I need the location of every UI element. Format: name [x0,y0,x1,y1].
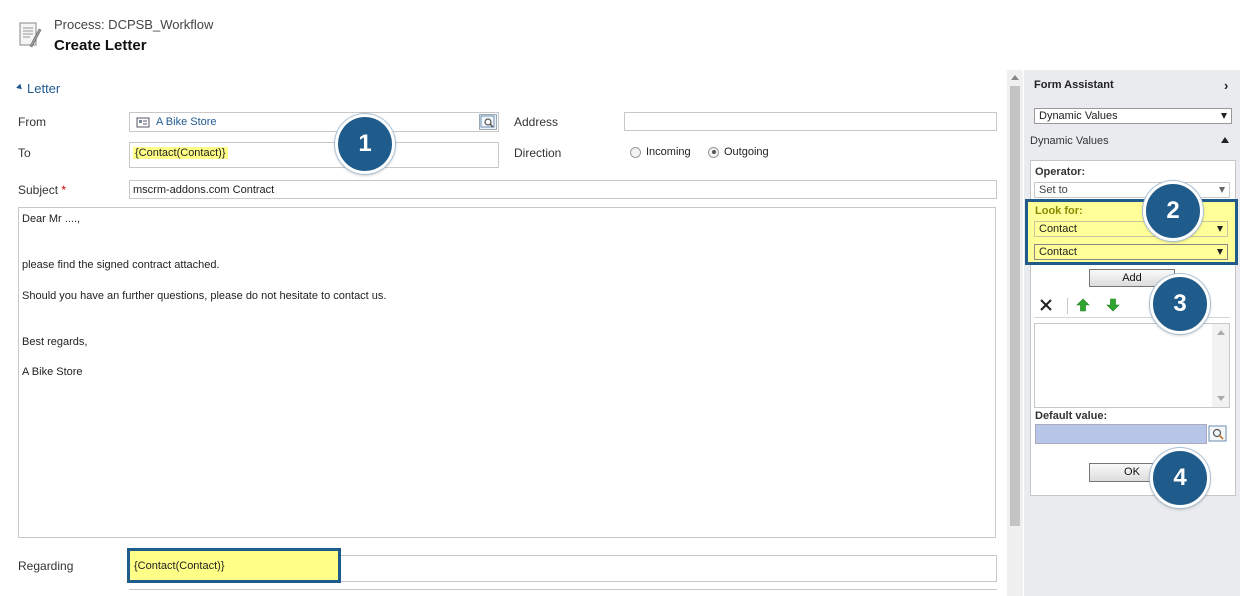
to-field[interactable]: {Contact(Contact)} [129,142,499,168]
look-for-label: Look for: [1035,205,1083,217]
form-assistant-title: Form Assistant [1034,79,1114,91]
from-label: From [18,115,46,129]
process-label: Process: DCPSB_Workflow [54,17,214,32]
direction-outgoing-label: Outgoing [724,146,769,158]
collapse-up-icon[interactable] [1221,137,1229,143]
page-title: Create Letter [54,37,147,54]
section-label: Letter [27,81,61,96]
move-up-arrow-icon[interactable] [1076,298,1090,315]
default-value-input[interactable] [1035,424,1207,444]
operator-label: Operator: [1035,166,1086,178]
section-toggle-letter[interactable]: Letter [16,81,61,96]
subject-label: Subject * [18,183,67,197]
required-mark: * [61,183,67,197]
address-field[interactable] [624,112,997,131]
direction-outgoing-option[interactable]: Outgoing [708,146,769,158]
scroll-up-arrow-icon[interactable] [1011,75,1019,80]
from-value-link[interactable]: A Bike Store [156,116,217,128]
operator-select[interactable]: Set to [1034,182,1230,198]
body-line: Should you have an further questions, pl… [22,290,387,302]
toolbar-divider [1067,298,1068,314]
regarding-label: Regarding [18,559,74,573]
body-line: Dear Mr ...., [22,213,81,225]
dropdown-arrow-icon [1219,187,1225,193]
callout-badge-2: 2 [1143,181,1203,241]
delete-x-icon[interactable] [1038,297,1054,316]
direction-label: Direction [514,146,562,160]
divider [129,589,997,590]
look-for-field-select[interactable]: Contact [1034,244,1228,260]
to-label: To [18,146,31,160]
body-line: Best regards, [22,336,88,348]
dynamic-values-subheader: Dynamic Values [1030,135,1109,147]
lookup-icon[interactable] [1208,425,1228,446]
body-line: please find the signed contract attached… [22,259,220,271]
radio-incoming[interactable] [630,146,641,158]
default-value-label: Default value: [1035,410,1108,422]
body-line: A Bike Store [22,366,83,378]
lookup-icon[interactable] [479,114,497,130]
account-icon [136,116,150,131]
from-field[interactable]: A Bike Store [129,112,499,132]
direction-incoming-label: Incoming [646,146,691,158]
scrollbar-thumb[interactable] [1010,86,1020,526]
dynamic-values-select[interactable]: Dynamic Values [1034,108,1232,124]
document-icon [18,20,42,50]
callout-badge-3: 3 [1150,274,1210,334]
letter-body-textarea[interactable]: Dear Mr ...., please find the signed con… [18,207,996,538]
move-down-arrow-icon[interactable] [1106,298,1120,315]
regarding-highlight-frame: {Contact(Contact)} [127,548,341,583]
subject-value: mscrm-addons.com Contract [133,184,275,196]
address-label: Address [514,115,559,129]
chevron-right-icon[interactable]: › [1224,78,1228,93]
dropdown-arrow-icon [1221,113,1227,119]
callout-badge-1: 1 [335,114,395,174]
radio-outgoing[interactable] [708,146,719,158]
values-listbox[interactable] [1034,323,1230,408]
listbox-scroll-up-icon[interactable] [1217,330,1225,335]
collapse-triangle-icon [16,83,24,92]
regarding-value: {Contact(Contact)} [134,560,225,572]
direction-incoming-option[interactable]: Incoming [630,146,691,158]
subject-input[interactable]: mscrm-addons.com Contract [129,180,997,199]
listbox-scroll-down-icon[interactable] [1217,396,1225,401]
dropdown-arrow-icon [1217,226,1223,232]
callout-badge-4: 4 [1150,448,1210,508]
listbox-scrollbar[interactable] [1212,324,1229,407]
dropdown-arrow-icon [1217,249,1223,255]
to-value: {Contact(Contact)} [133,147,228,159]
